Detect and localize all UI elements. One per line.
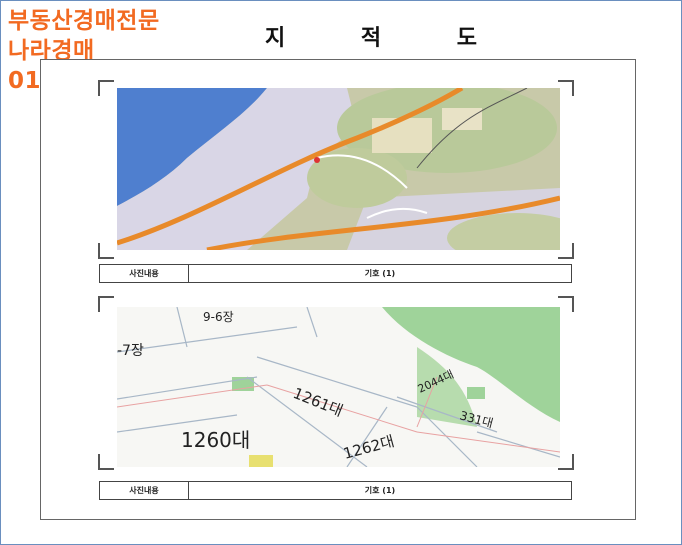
crop-mark bbox=[558, 296, 574, 312]
watermark-line1: 부동산경매전문 bbox=[8, 8, 160, 34]
crop-mark bbox=[98, 243, 114, 259]
caption-label: 사진내용 bbox=[100, 265, 189, 282]
crop-mark bbox=[98, 296, 114, 312]
caption-bar-2: 사진내용 기호 (1) bbox=[99, 481, 572, 500]
location-map-photo bbox=[117, 88, 560, 250]
crop-mark bbox=[558, 454, 574, 470]
lot-label: 1260대 bbox=[181, 428, 250, 452]
lot-label: -7장 bbox=[117, 343, 144, 359]
location-map-image bbox=[117, 88, 560, 250]
caption-bar-1: 사진내용 기호 (1) bbox=[99, 264, 572, 283]
cadastral-map-photo: 1260대 1261대 1262대 2044대 331대 -7장 9-6장 bbox=[117, 307, 560, 467]
crop-mark bbox=[98, 454, 114, 470]
cadastral-map-image: 1260대 1261대 1262대 2044대 331대 -7장 9-6장 bbox=[117, 307, 560, 467]
crop-mark bbox=[558, 243, 574, 259]
caption-value: 기호 (1) bbox=[364, 269, 396, 278]
lot-label: 9-6장 bbox=[203, 310, 234, 324]
caption-label: 사진내용 bbox=[100, 482, 189, 499]
page-title: 지 적 도 bbox=[265, 25, 512, 51]
crop-mark bbox=[558, 80, 574, 96]
caption-value: 기호 (1) bbox=[364, 486, 396, 495]
crop-mark bbox=[98, 80, 114, 96]
